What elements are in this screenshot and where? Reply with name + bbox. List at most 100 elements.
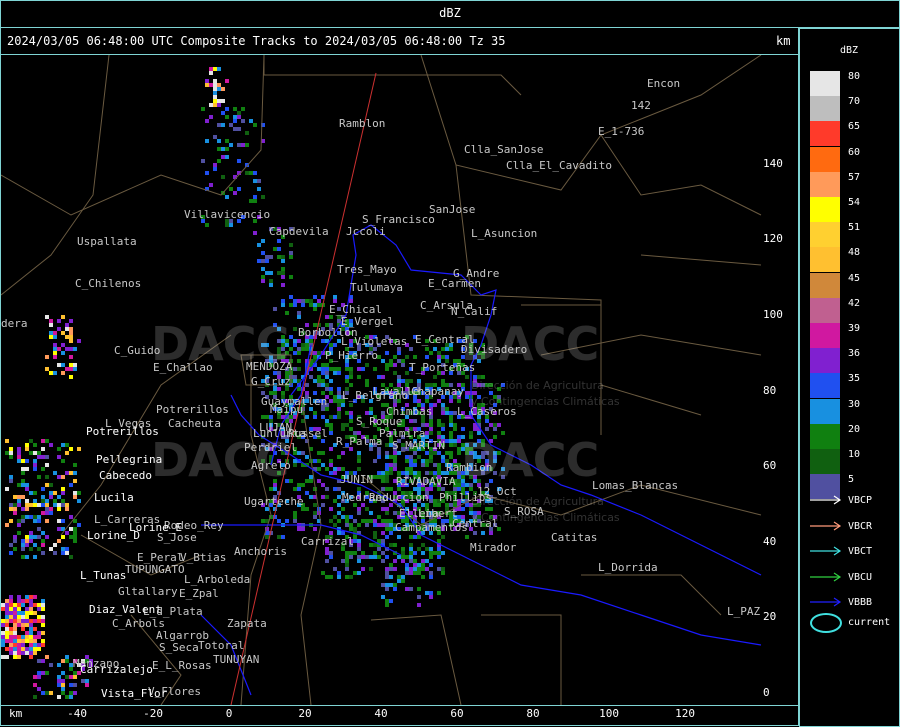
place-label: Perdriel bbox=[244, 441, 297, 454]
place-label: dera bbox=[1, 317, 28, 330]
place-label: Mirador bbox=[470, 541, 517, 554]
legend-value: 10 bbox=[848, 449, 861, 460]
place-label: E_Vergel bbox=[341, 315, 394, 328]
place-label-highlight: Potrerillos bbox=[86, 425, 159, 438]
legend-swatch bbox=[810, 373, 840, 399]
track-label: VBBB bbox=[848, 597, 873, 608]
place-label: C_Guido bbox=[114, 344, 161, 357]
place-label: Uspallata bbox=[77, 235, 137, 248]
legend-title: dBZ bbox=[840, 45, 859, 56]
current-label: current bbox=[848, 617, 891, 628]
x-tick-label: 100 bbox=[599, 707, 619, 720]
place-label: Ramblon bbox=[339, 117, 386, 130]
legend-swatch bbox=[810, 449, 840, 474]
place-label: V_Btias bbox=[180, 551, 227, 564]
x-tick-label: -40 bbox=[67, 707, 87, 720]
track-arrow-icon bbox=[810, 495, 842, 505]
legend-swatch bbox=[810, 96, 840, 122]
place-label: Ugarteche bbox=[244, 495, 304, 508]
place-label: E_Zpal bbox=[179, 587, 219, 600]
place-label-highlight: Cabecedo bbox=[99, 469, 152, 482]
y-tick-label: 60 bbox=[763, 459, 777, 473]
legend-swatch bbox=[810, 297, 840, 323]
place-label: T_Porteñas bbox=[409, 361, 476, 374]
legend-panel: dBZ 80 70 65 60 57 54 51 48 45 42 39 36 35 30 20 10 5 VB… bbox=[799, 28, 900, 727]
x-axis: km -40 -20 0 20 40 60 80 100 120 bbox=[0, 705, 799, 726]
place-label-highlight: Lorine_D bbox=[87, 529, 140, 542]
legend-value: 42 bbox=[848, 297, 861, 309]
legend-swatch bbox=[810, 398, 840, 424]
legend-value: 70 bbox=[848, 96, 861, 108]
watermark-logo: DACC bbox=[461, 433, 599, 487]
place-label: Catitas bbox=[551, 531, 598, 544]
place-label: L_PAZ bbox=[727, 605, 761, 618]
units-header-bar: dBZ bbox=[0, 0, 900, 28]
legend-swatch bbox=[810, 197, 840, 222]
legend-value: 5 bbox=[848, 474, 855, 486]
y-tick-label: 0 bbox=[763, 686, 770, 699]
legend-swatch bbox=[810, 247, 840, 273]
place-label: Ellena bbox=[399, 507, 439, 520]
place-label-highlight: Pellegrina bbox=[96, 453, 163, 466]
place-label: Agrelo bbox=[251, 459, 291, 472]
place-label: Tulumaya bbox=[350, 281, 403, 294]
track-arrow-icon bbox=[810, 546, 842, 556]
y-tick-label: 80 bbox=[763, 383, 777, 397]
track-arrow-icon bbox=[810, 597, 842, 607]
place-label-highlight: Diaz_Valent bbox=[89, 603, 162, 616]
place-label: L_Violetas bbox=[341, 335, 408, 348]
legend-swatch bbox=[810, 71, 840, 96]
place-label: G_Cruz bbox=[251, 375, 291, 388]
x-axis-unit-label: km bbox=[9, 707, 23, 720]
place-label-highlight: Vista_Flor bbox=[101, 687, 168, 700]
place-label: MENDOZA bbox=[246, 360, 293, 373]
legend-value: 45 bbox=[848, 272, 861, 284]
place-label: Potrerillos bbox=[156, 403, 229, 416]
y-tick-label: 140 bbox=[763, 156, 783, 170]
place-label: Maipu bbox=[270, 403, 304, 416]
place-label: L_Caseros bbox=[457, 405, 517, 418]
place-label: SanJose bbox=[429, 203, 476, 216]
y-tick-label: 100 bbox=[763, 308, 783, 321]
legend-value: 48 bbox=[848, 247, 861, 259]
place-label: Totoral bbox=[198, 639, 245, 652]
place-label: Villavicencio bbox=[184, 208, 271, 221]
track-label: VBCP bbox=[848, 495, 873, 506]
legend-value: 39 bbox=[848, 323, 861, 334]
place-label: L_Arboleda bbox=[184, 573, 251, 586]
legend-swatch bbox=[810, 423, 840, 449]
x-tick-label: 60 bbox=[450, 707, 464, 720]
x-tick-label: 120 bbox=[675, 707, 695, 720]
watermark-sub: Dirección de Agricultura bbox=[471, 379, 604, 392]
place-label: L_Asuncion bbox=[471, 227, 538, 240]
legend-value: 20 bbox=[848, 423, 861, 435]
place-label: Russel bbox=[288, 427, 328, 440]
y-axis-unit-label: km bbox=[776, 34, 791, 48]
place-label: TUNUYAN bbox=[213, 653, 260, 666]
place-label: Rambion bbox=[446, 461, 493, 474]
place-label: E_Carmen bbox=[428, 277, 481, 290]
place-label: Central bbox=[452, 517, 499, 530]
radar-title: 2024/03/05 06:48:00 UTC Composite Tracks… bbox=[7, 34, 506, 48]
radar-map[interactable]: DACC DACC DACC DACC Dirección de Agricul… bbox=[0, 54, 799, 706]
place-label: RIVADAVIA bbox=[396, 475, 456, 488]
legend-value: 35 bbox=[848, 373, 861, 385]
legend-value: 30 bbox=[848, 398, 861, 410]
x-tick-label: -20 bbox=[143, 707, 163, 720]
y-tick-label: 20 bbox=[763, 610, 777, 624]
place-label: Cacheuta bbox=[168, 417, 221, 430]
place-label: Lomas_Blancas bbox=[592, 479, 679, 492]
legend-value: 65 bbox=[848, 121, 861, 133]
place-label: TUPUNGATO bbox=[125, 563, 185, 576]
legend-value: 36 bbox=[848, 348, 861, 360]
place-label: Reduccion bbox=[369, 491, 429, 504]
legend-swatch bbox=[810, 323, 840, 348]
x-tick-label: 80 bbox=[526, 707, 540, 720]
legend-swatch bbox=[810, 171, 840, 197]
track-label: VBCT bbox=[848, 546, 873, 557]
legend-swatch bbox=[810, 272, 840, 298]
place-label: Jccoli bbox=[346, 225, 386, 238]
place-label: Carrizal bbox=[301, 535, 354, 548]
current-oval-icon bbox=[810, 613, 842, 633]
place-label: L_Dorrida bbox=[598, 561, 658, 574]
